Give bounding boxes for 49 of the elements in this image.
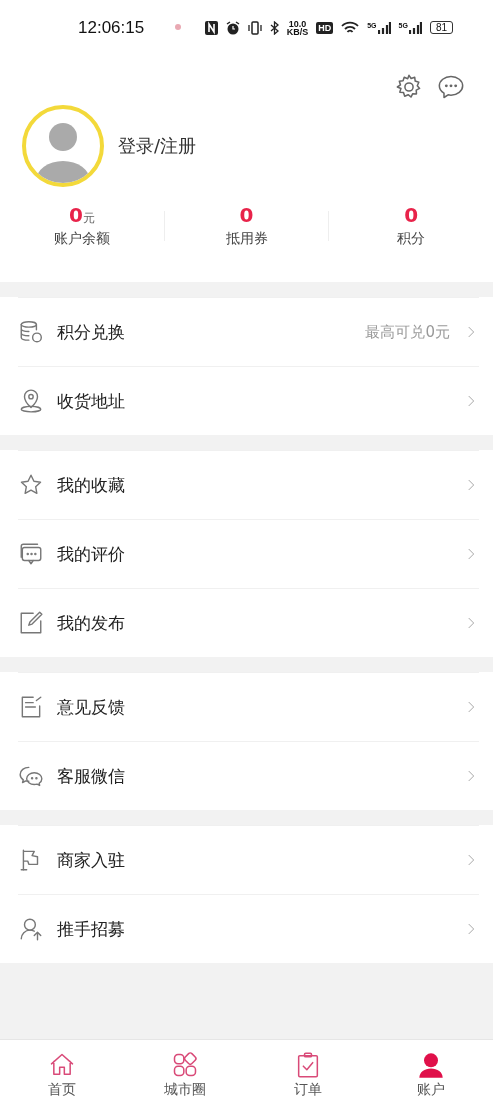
nfc-icon — [204, 20, 218, 35]
menu-item[interactable]: 我的评价 — [18, 519, 479, 588]
alarm-icon — [225, 20, 240, 35]
menu-label: 我的评价 — [57, 542, 126, 566]
comment-icon — [18, 541, 44, 567]
login-link[interactable]: 登录/注册 — [118, 134, 197, 158]
menu-item[interactable]: 积分兑换 最高可兑0元 — [18, 297, 479, 366]
menu-label: 收货地址 — [57, 389, 126, 413]
bluetooth-icon — [269, 20, 279, 35]
settings-icon — [395, 73, 423, 101]
location-pin-icon — [18, 388, 44, 414]
network-speed: 10.0 KB/S — [286, 19, 309, 36]
stat-value: 0 — [239, 203, 254, 227]
menu-label: 客服微信 — [57, 764, 126, 788]
tab[interactable]: 城市圈 — [123, 1040, 247, 1109]
menu-label: 我的收藏 — [57, 473, 126, 497]
hd-label: HD — [316, 21, 334, 34]
stat-label: 抵用券 — [225, 230, 268, 248]
flower-icon — [174, 22, 183, 33]
menu-item[interactable]: 商家入驻 — [18, 825, 479, 894]
tab[interactable]: 账户 — [369, 1040, 493, 1109]
coins-icon — [18, 319, 44, 345]
wifi-icon — [341, 20, 360, 35]
stat-value: 0元 — [68, 203, 95, 227]
tab[interactable]: 首页 — [0, 1040, 124, 1109]
edit-icon — [18, 610, 44, 636]
signal-icon — [408, 21, 422, 34]
menu-item[interactable]: 我的收藏 — [18, 450, 479, 519]
signal-icon — [377, 21, 391, 34]
menu-label: 我的发布 — [57, 611, 126, 635]
menu-item[interactable]: 客服微信 — [18, 741, 479, 810]
menu-label: 推手招募 — [57, 917, 126, 941]
stat-label: 账户余额 — [53, 230, 110, 248]
menu-item[interactable]: 推手招募 — [18, 894, 479, 963]
tab[interactable]: 订单 — [246, 1040, 370, 1109]
menu-item[interactable]: 收货地址 — [18, 366, 479, 435]
vibrate-icon — [247, 20, 262, 35]
menu-label: 积分兑换 — [57, 320, 126, 344]
menu-label: 意见反馈 — [57, 695, 126, 719]
stat-value: 0 — [404, 203, 419, 227]
stat-label: 积分 — [397, 230, 426, 248]
message-icon — [437, 73, 465, 101]
menu-label: 商家入驻 — [57, 848, 126, 872]
battery-level: 81 — [429, 21, 453, 34]
menu-value: 最高可兑0元 — [365, 322, 450, 342]
status-time: 12:06:15 — [78, 17, 145, 38]
person-icon — [18, 916, 44, 942]
menu-item[interactable]: 意见反馈 — [18, 672, 479, 741]
menu-item[interactable]: 我的发布 — [18, 588, 479, 657]
